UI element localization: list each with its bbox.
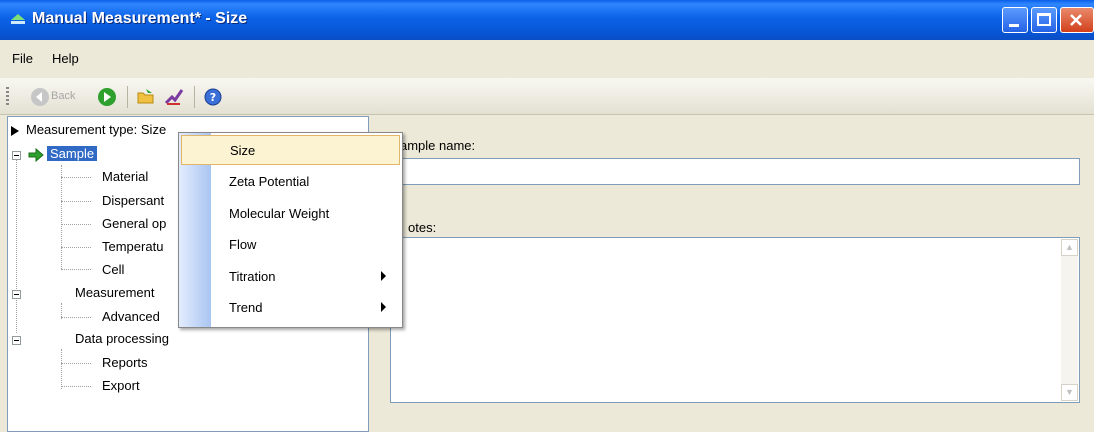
measurement-type-menu: Size Zeta Potential Molecular Weight Flo… — [178, 132, 403, 328]
tree-connector — [61, 269, 91, 270]
tree-item-reports[interactable]: Reports — [102, 355, 148, 370]
maximize-button[interactable] — [1031, 7, 1057, 33]
svg-text:?: ? — [210, 91, 216, 104]
tree-item-label: Sample — [47, 146, 98, 161]
scroll-down-icon[interactable]: ▼ — [1061, 384, 1078, 401]
tree-connector — [16, 157, 17, 333]
tree-connector — [61, 363, 91, 364]
menu-item-label: Trend — [229, 300, 263, 315]
menu-item-label: Molecular Weight — [229, 206, 330, 221]
collapse-icon[interactable] — [12, 151, 21, 160]
notes-scrollbar[interactable]: ▲ ▼ — [1061, 239, 1078, 401]
tree-item-material[interactable]: Material — [102, 169, 148, 184]
app-icon — [11, 14, 25, 24]
collapse-icon[interactable] — [12, 290, 21, 299]
toolbar-separator — [194, 86, 195, 108]
submenu-arrow-icon — [381, 302, 386, 312]
play-arrow-icon — [11, 126, 19, 136]
help-icon[interactable]: ? — [203, 87, 223, 107]
notes-label: otes: — [408, 220, 437, 235]
menu-help[interactable]: Help — [52, 51, 79, 66]
tree-connector — [61, 224, 91, 225]
menu-bar: File Help — [0, 40, 1094, 78]
tree-connector — [61, 386, 91, 387]
tree-item-export[interactable]: Export — [102, 378, 140, 393]
close-button[interactable] — [1060, 7, 1094, 33]
window-title: Manual Measurement* - Size — [32, 10, 248, 27]
tree-connector — [61, 165, 62, 269]
tree-connector — [61, 177, 91, 178]
tree-item-cell[interactable]: Cell — [102, 262, 124, 277]
sample-name-input[interactable] — [390, 158, 1080, 185]
forward-icon[interactable] — [97, 87, 117, 107]
tree-item-label: Measurement type: Size — [26, 122, 167, 137]
tree-connector — [61, 349, 62, 389]
maximize-icon — [1037, 13, 1051, 26]
menu-item-titration[interactable]: Titration — [181, 262, 400, 292]
sample-name-label: ample name: — [400, 138, 476, 153]
notes-textarea[interactable]: ▲ ▼ — [390, 237, 1080, 403]
menu-item-molecular-weight[interactable]: Molecular Weight — [181, 199, 400, 229]
tree-item-dispersant[interactable]: Dispersant — [102, 193, 164, 208]
close-icon — [1070, 14, 1082, 26]
menu-item-label: Titration — [229, 269, 276, 284]
menu-item-flow[interactable]: Flow — [181, 230, 400, 260]
toolbar: Back ? — [0, 78, 1094, 115]
submenu-arrow-icon — [381, 271, 386, 281]
menu-file[interactable]: File — [12, 51, 33, 66]
back-button-label[interactable]: Back — [51, 90, 75, 102]
menu-item-label: Size — [230, 143, 256, 158]
toolbar-grip[interactable] — [6, 87, 9, 107]
menu-item-label: Zeta Potential — [229, 174, 310, 189]
tree-item-label: Measurement — [75, 285, 155, 300]
open-folder-icon[interactable] — [136, 87, 156, 107]
tree-connector — [61, 201, 91, 202]
toolbar-separator — [127, 86, 128, 108]
scroll-up-icon[interactable]: ▲ — [1061, 239, 1078, 256]
title-bar[interactable]: Manual Measurement* - Size — [0, 0, 1094, 40]
menu-item-trend[interactable]: Trend — [181, 293, 400, 323]
minimize-icon — [1009, 24, 1019, 27]
tree-item-label: Data processing — [75, 331, 169, 346]
sample-details-panel: ample name: otes: ▲ ▼ — [370, 116, 1094, 432]
collapse-icon[interactable] — [12, 336, 21, 345]
tree-connector — [61, 317, 91, 318]
tree-item-general-options[interactable]: General op — [102, 216, 166, 231]
arrow-right-icon — [28, 148, 44, 162]
tree-item-advanced[interactable]: Advanced — [102, 309, 160, 324]
back-icon[interactable] — [30, 87, 50, 107]
menu-item-zeta-potential[interactable]: Zeta Potential — [181, 167, 400, 197]
edit-check-icon[interactable] — [164, 87, 184, 107]
menu-item-size[interactable]: Size — [181, 135, 400, 165]
tree-connector — [61, 247, 91, 248]
menu-item-label: Flow — [229, 237, 257, 252]
tree-item-temperature[interactable]: Temperatu — [102, 239, 163, 254]
minimize-button[interactable] — [1002, 7, 1028, 33]
